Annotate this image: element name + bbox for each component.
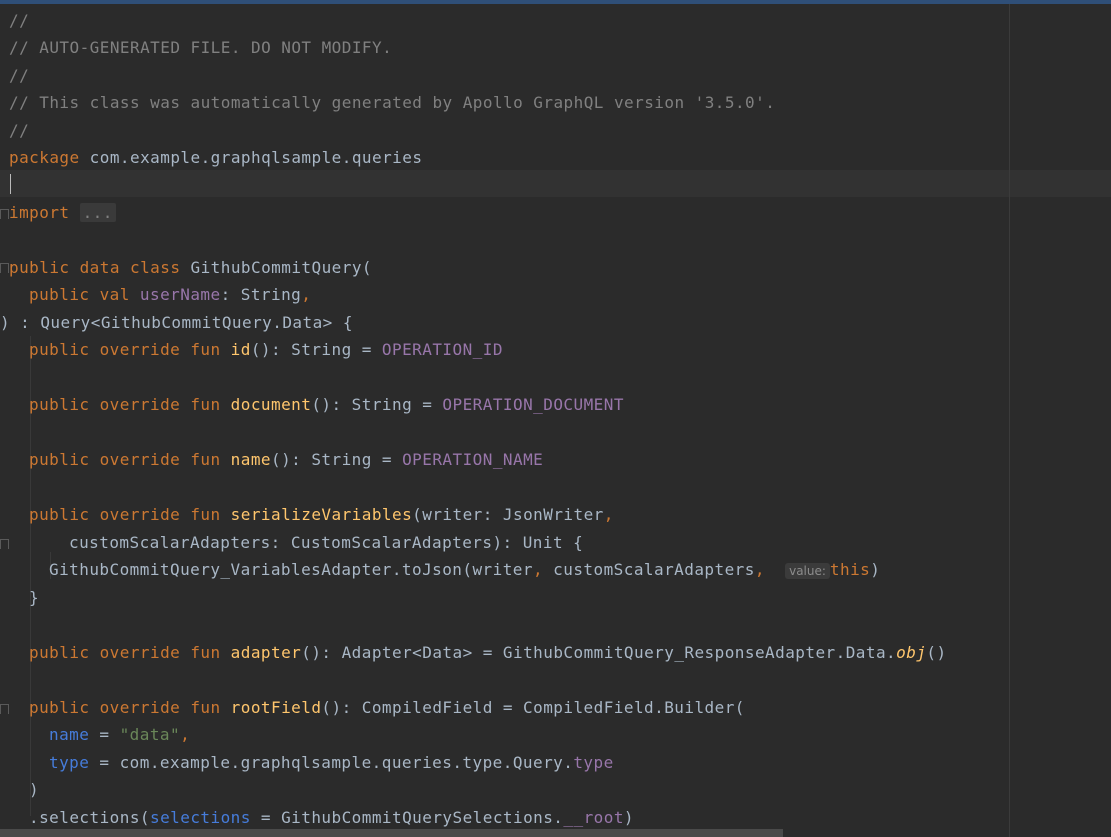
keyword: public override fun	[29, 395, 221, 414]
code-line-17: public override fun name(): String = OPE…	[29, 446, 543, 473]
keyword: public override fun	[29, 340, 221, 359]
fold-marker-icon[interactable]	[0, 209, 9, 219]
keyword: public override fun	[29, 643, 221, 662]
code-line-12: ) : Query<GithubCommitQuery.Data> {	[0, 309, 353, 336]
code-line-27: name = "data",	[49, 721, 190, 748]
code-line-15: public override fun document(): String =…	[29, 391, 624, 418]
constant: OPERATION_NAME	[402, 450, 544, 469]
code-line-21: GithubCommitQuery_VariablesAdapter.toJso…	[49, 556, 880, 583]
code-text: ) : Query<GithubCommitQuery.Data> {	[0, 313, 353, 332]
code-text: ()	[926, 643, 947, 662]
code-line-10: public data class GithubCommitQuery(	[9, 254, 372, 281]
package-name: com.example.graphqlsample.queries	[79, 148, 423, 167]
fold-marker-icon[interactable]	[0, 263, 9, 273]
code-text: (): String =	[250, 340, 382, 359]
code-text: (): String =	[271, 450, 403, 469]
function-name: rootField	[220, 698, 322, 717]
code-line-13: public override fun id(): String = OPERA…	[29, 336, 503, 363]
code-line-19: public override fun serializeVariables(w…	[29, 501, 614, 528]
code-line-1: //	[9, 7, 29, 34]
property: type	[573, 753, 614, 772]
code-text: )	[29, 780, 40, 799]
function-name: id	[220, 340, 251, 359]
code-line-30: .selections(selections = GithubCommitQue…	[29, 804, 634, 831]
text-caret	[10, 174, 11, 194]
named-argument: name	[49, 725, 90, 744]
code-line-24: public override fun adapter(): Adapter<D…	[29, 639, 947, 666]
code-line-2: // AUTO-GENERATED FILE. DO NOT MODIFY.	[9, 34, 392, 61]
named-argument: selections	[150, 808, 251, 827]
code-text: customScalarAdapters	[543, 560, 755, 579]
code-line-11: public val userName: String,	[29, 281, 311, 308]
code-text: )	[623, 808, 634, 827]
class-name: GithubCommitQuery(	[180, 258, 372, 277]
comma: ,	[754, 560, 765, 579]
code-text: (): Adapter<Data> = GithubCommitQuery_Re…	[301, 643, 897, 662]
right-margin-guide	[1009, 4, 1010, 837]
code-text: .selections(	[29, 808, 150, 827]
function-name: name	[220, 450, 271, 469]
comment: // AUTO-GENERATED FILE. DO NOT MODIFY.	[9, 38, 393, 57]
code-text: (): CompiledField = CompiledField.Builde…	[321, 698, 745, 717]
keyword: public data class	[9, 258, 181, 277]
code-line-28: type = com.example.graphqlsample.queries…	[49, 749, 614, 776]
function-name: adapter	[220, 643, 302, 662]
keyword: public override fun	[29, 698, 221, 717]
parameter-hint: value:	[785, 563, 830, 579]
code-editor[interactable]: // // AUTO-GENERATED FILE. DO NOT MODIFY…	[0, 4, 1111, 837]
property: __root	[563, 808, 624, 827]
code-text: = com.example.graphqlsample.queries.type…	[89, 753, 574, 772]
string-literal: "data"	[119, 725, 181, 744]
code-line-3: //	[9, 62, 29, 89]
keyword: public override fun	[29, 450, 221, 469]
keyword: public override fun	[29, 505, 221, 524]
code-line-26: public override fun rootField(): Compile…	[29, 694, 745, 721]
code-text: )	[870, 560, 881, 579]
code-text: GithubCommitQuery_VariablesAdapter.toJso…	[49, 560, 533, 579]
keyword: import	[9, 203, 70, 222]
code-text: (writer: JsonWriter	[412, 505, 604, 524]
fold-marker-icon[interactable]	[0, 704, 9, 714]
comma: ,	[603, 505, 614, 524]
code-line-20: customScalarAdapters: CustomScalarAdapte…	[69, 529, 583, 556]
function-name: document	[220, 395, 312, 414]
property: userName	[129, 285, 221, 304]
type: : String	[220, 285, 302, 304]
code-line-22: }	[29, 584, 39, 611]
fold-marker-icon[interactable]	[0, 539, 9, 549]
indent-guide	[30, 724, 31, 782]
comma: ,	[532, 560, 544, 579]
folded-imports[interactable]: ...	[79, 203, 116, 222]
code-line-5: //	[9, 117, 29, 144]
code-text: =	[89, 725, 120, 744]
keyword: public val	[29, 285, 130, 304]
keyword: this	[829, 560, 871, 579]
code-text: (): String =	[311, 395, 443, 414]
code-text: customScalarAdapters: CustomScalarAdapte…	[69, 533, 584, 552]
code-text: }	[29, 588, 40, 607]
named-argument: type	[49, 753, 90, 772]
code-line-8: import ...	[9, 199, 116, 226]
current-line-highlight	[0, 170, 1111, 197]
extension-property: obj	[896, 643, 927, 662]
comment: // This class was automatically generate…	[9, 93, 776, 112]
constant: OPERATION_ID	[381, 340, 503, 359]
code-text: = GithubCommitQuerySelections.	[250, 808, 564, 827]
comment: //	[9, 66, 30, 85]
comma: ,	[180, 725, 191, 744]
code-line-4: // This class was automatically generate…	[9, 89, 775, 116]
function-name: serializeVariables	[220, 505, 413, 524]
code-line-6: package com.example.graphqlsample.querie…	[9, 144, 422, 171]
keyword: package	[9, 148, 80, 167]
constant: OPERATION_DOCUMENT	[442, 395, 624, 414]
horizontal-scrollbar[interactable]	[0, 829, 783, 837]
code-line-29: )	[29, 776, 39, 803]
comma: ,	[301, 285, 312, 304]
comment: //	[9, 121, 30, 140]
comment: //	[9, 11, 30, 30]
